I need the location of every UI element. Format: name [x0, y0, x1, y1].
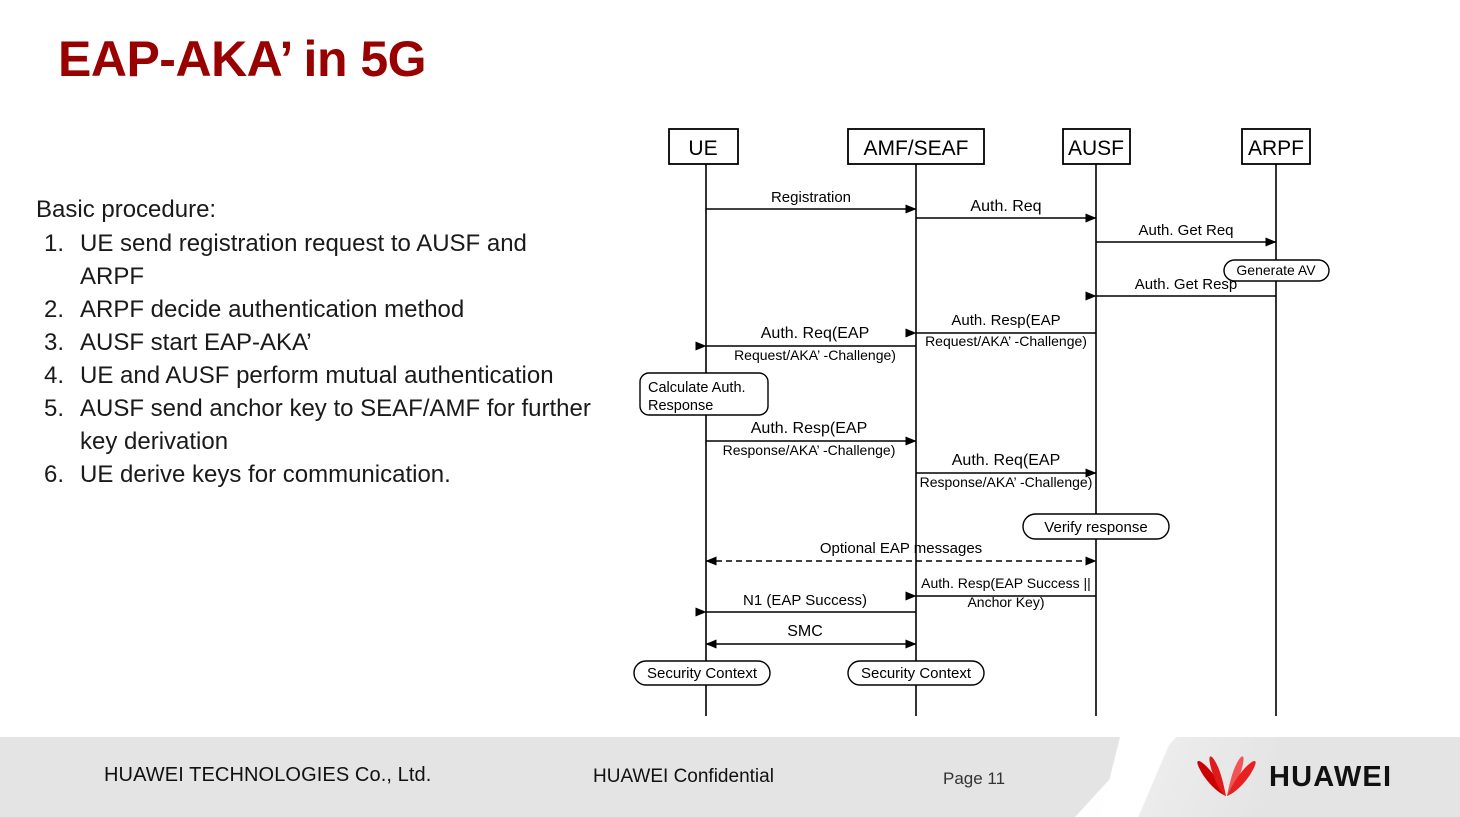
list-item-label: UE derive keys for communication.: [80, 461, 451, 488]
lifeline-label-arpf: ARPF: [1248, 137, 1304, 160]
list-item-label: ARPF decide authentication method: [80, 296, 465, 323]
note-label-security-context-amf: Security Context: [861, 665, 972, 682]
message-label-m10-main: Auth. Resp(EAP Success ||: [921, 575, 1091, 591]
note-label-calculate-auth-line1: Calculate Auth.: [648, 380, 746, 396]
message-label-m7-sub: Response/AKA’ -Challenge): [723, 442, 896, 458]
message-label-m9: Optional EAP messages: [820, 540, 982, 557]
page-title: EAP-AKA’ in 5G: [58, 31, 427, 87]
lifeline-label-amf: AMF/SEAF: [863, 137, 968, 160]
note-label-verify-response: Verify response: [1044, 519, 1147, 536]
note-label-generate-av: Generate AV: [1236, 262, 1316, 278]
list-item: 4. UE and AUSF perform mutual authentica…: [36, 359, 596, 392]
list-item-number: 2.: [44, 296, 65, 323]
message-label-m5-main: Auth. Resp(EAP: [951, 312, 1060, 329]
note-label-calculate-auth-line2: Response: [648, 398, 713, 414]
list-item-number: 5.: [44, 395, 65, 422]
message-label-m4: Auth. Get Resp: [1135, 276, 1238, 293]
message-label-m1: Registration: [771, 189, 851, 206]
diagram-canvas: UE AMF/SEAF AUSF ARPF Registration Auth.…: [633, 128, 1330, 716]
message-label-m11: N1 (EAP Success): [743, 592, 867, 609]
lifeline-label-ue: UE: [688, 137, 717, 160]
procedure-list: 1. UE send registration request to AUSF …: [36, 227, 596, 491]
list-item: 1. UE send registration request to AUSF …: [36, 227, 596, 293]
footer-confidential-label: HUAWEI Confidential: [593, 766, 774, 787]
message-label-m2: Auth. Req: [970, 198, 1041, 215]
huawei-wordmark: HUAWEI: [1269, 760, 1393, 793]
message-label-m8-main: Auth. Req(EAP: [952, 452, 1061, 469]
footer: HUAWEI TECHNOLOGIES Co., Ltd. HUAWEI Con…: [0, 737, 1460, 817]
message-label-m12: SMC: [787, 623, 823, 640]
footer-page-number: Page 11: [943, 769, 1006, 788]
message-label-m6-main: Auth. Req(EAP: [761, 325, 870, 342]
list-item-label: UE send registration request to AUSF and…: [80, 230, 527, 290]
list-item: 3. AUSF start EAP-AKA’: [36, 326, 596, 359]
list-item-label: UE and AUSF perform mutual authenticatio…: [80, 362, 554, 389]
list-item-label: AUSF send anchor key to SEAF/AMF for fur…: [80, 395, 591, 455]
message-label-m5-sub: Request/AKA’ -Challenge): [925, 333, 1087, 349]
huawei-logo: HUAWEI: [1196, 755, 1392, 799]
message-label-m8-sub: Response/AKA’ -Challenge): [920, 474, 1093, 490]
list-item-number: 3.: [44, 329, 65, 356]
list-item-number: 6.: [44, 461, 65, 488]
procedure-block: Basic procedure: 1. UE send registration…: [36, 193, 596, 491]
lifeline-label-ausf: AUSF: [1068, 137, 1124, 160]
list-item: 2. ARPF decide authentication method: [36, 293, 596, 326]
procedure-lead: Basic procedure:: [36, 196, 217, 223]
note-label-security-context-ue: Security Context: [647, 665, 758, 682]
message-label-m3: Auth. Get Req: [1138, 222, 1233, 239]
list-item: 5. AUSF send anchor key to SEAF/AMF for …: [36, 392, 596, 458]
list-item-label: AUSF start EAP-AKA’: [80, 329, 312, 356]
huawei-flower-icon: [1197, 756, 1256, 796]
list-item-number: 1.: [44, 230, 65, 257]
sequence-diagram: UE AMF/SEAF AUSF ARPF Registration Auth.…: [600, 118, 1400, 738]
message-label-m6-sub: Request/AKA’ -Challenge): [734, 347, 896, 363]
message-label-m7-main: Auth. Resp(EAP: [751, 420, 868, 437]
list-item: 6. UE derive keys for communication.: [36, 458, 596, 491]
list-item-number: 4.: [44, 362, 65, 389]
footer-company-label: HUAWEI TECHNOLOGIES Co., Ltd.: [104, 764, 432, 786]
message-label-m10-sub: Anchor Key): [967, 594, 1044, 610]
